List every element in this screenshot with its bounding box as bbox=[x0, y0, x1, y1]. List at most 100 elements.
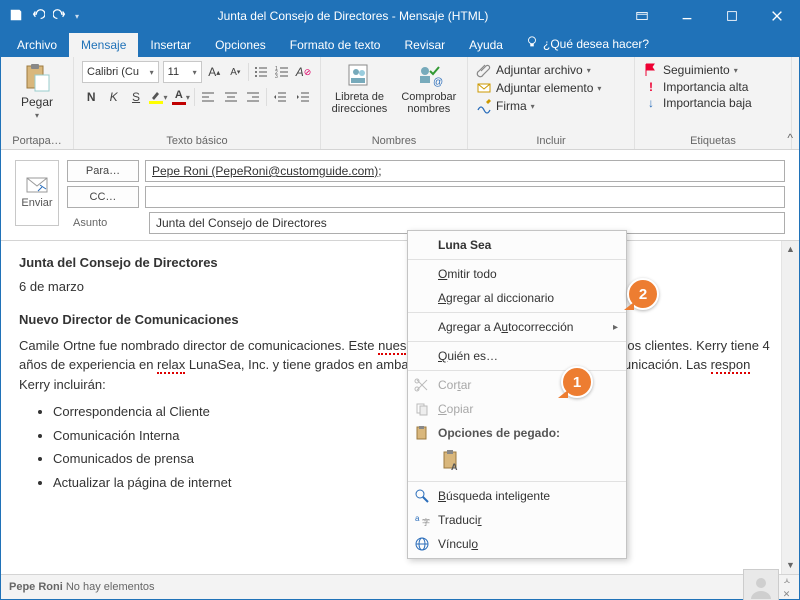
scrollbar[interactable]: ▲▼ bbox=[781, 241, 799, 574]
ribbon-tabs: Archivo Mensaje Insertar Opciones Format… bbox=[1, 31, 799, 57]
paste-keep-text-button[interactable]: A bbox=[438, 447, 466, 475]
attach-item-button[interactable]: Adjuntar elemento ▾ bbox=[476, 79, 626, 97]
ctx-link[interactable]: Vínculo bbox=[408, 532, 626, 556]
ctx-add-dictionary[interactable]: Agregar al diccionario bbox=[408, 286, 626, 310]
send-button[interactable]: Enviar bbox=[15, 160, 59, 226]
align-right-button[interactable] bbox=[244, 87, 262, 107]
body-date: 6 de marzo bbox=[19, 277, 781, 297]
to-button[interactable]: Para… bbox=[67, 160, 139, 182]
ctx-paste-options-header: Opciones de pegado: bbox=[408, 421, 626, 445]
underline-button[interactable]: S bbox=[127, 87, 145, 107]
follow-up-button[interactable]: Seguimiento ▾ bbox=[643, 61, 783, 79]
callout-2: 2 bbox=[627, 278, 659, 310]
ctx-who-is[interactable]: Quién es… bbox=[408, 344, 626, 368]
font-color-button[interactable]: A▾ bbox=[172, 87, 190, 107]
window-title: Junta del Consejo de Directores - Mensaj… bbox=[87, 9, 619, 23]
tab-opciones[interactable]: Opciones bbox=[203, 33, 278, 57]
search-icon bbox=[414, 488, 430, 504]
save-icon[interactable] bbox=[9, 8, 23, 25]
scissors-icon bbox=[414, 377, 430, 393]
check-names-button[interactable]: @ Comprobar nombres bbox=[397, 61, 460, 115]
context-menu: Luna Sea Omitir todo Agregar al dicciona… bbox=[407, 230, 627, 559]
svg-text:3: 3 bbox=[275, 74, 278, 79]
high-importance-button[interactable]: !Importancia alta bbox=[643, 79, 783, 95]
paste-button[interactable]: Pegar ▾ bbox=[9, 61, 65, 122]
undo-icon[interactable] bbox=[31, 8, 45, 25]
collapse-ribbon-icon[interactable]: ^ bbox=[787, 131, 793, 145]
grow-font-button[interactable]: A▴ bbox=[206, 62, 223, 82]
clipboard-icon bbox=[414, 425, 430, 441]
minimize-button[interactable] bbox=[664, 1, 709, 31]
group-include-label: Incluir bbox=[476, 133, 626, 147]
tab-insertar[interactable]: Insertar bbox=[138, 33, 203, 57]
ctx-cut: Cortar bbox=[408, 373, 626, 397]
outdent-button[interactable] bbox=[271, 87, 289, 107]
spell-error[interactable]: nues bbox=[378, 338, 406, 355]
ctx-suggestion[interactable]: Luna Sea bbox=[408, 233, 626, 257]
close-button[interactable] bbox=[754, 1, 799, 31]
tab-mensaje[interactable]: Mensaje bbox=[69, 33, 138, 57]
font-family-select[interactable]: Calibri (Cu▾ bbox=[82, 61, 159, 83]
ctx-smart-lookup[interactable]: Búsqueda inteligente bbox=[408, 484, 626, 508]
callout-1: 1 bbox=[561, 366, 593, 398]
qat-more-icon[interactable]: ▾ bbox=[75, 12, 79, 21]
ctx-ignore-all[interactable]: Omitir todo bbox=[408, 262, 626, 286]
message-window: ▾ Junta del Consejo de Directores - Mens… bbox=[0, 0, 800, 600]
bullets-button[interactable] bbox=[253, 62, 270, 82]
numbering-button[interactable]: 123 bbox=[274, 62, 291, 82]
align-left-button[interactable] bbox=[199, 87, 217, 107]
tell-me[interactable]: ¿Qué desea hacer? bbox=[515, 30, 659, 57]
status-name: Pepe Roni bbox=[9, 581, 63, 593]
attach-file-button[interactable]: Adjuntar archivo ▾ bbox=[476, 61, 626, 79]
to-field[interactable]: Pepe Roni (PepeRoni@customguide.com); bbox=[145, 160, 785, 182]
low-importance-button[interactable]: ↓Importancia baja bbox=[643, 95, 783, 111]
svg-text:@: @ bbox=[433, 77, 443, 88]
copy-icon bbox=[414, 401, 430, 417]
tab-archivo[interactable]: Archivo bbox=[5, 33, 69, 57]
message-body[interactable]: ▲▼ Junta del Consejo de Directores 6 de … bbox=[1, 240, 799, 574]
redo-icon[interactable] bbox=[53, 8, 67, 25]
cc-button[interactable]: CC… bbox=[67, 186, 139, 208]
tab-formato[interactable]: Formato de texto bbox=[278, 33, 393, 57]
cc-field[interactable] bbox=[145, 186, 785, 208]
ribbon: Pegar ▾ Portapa… Calibri (Cu▾ 11▾ A▴ A▾ … bbox=[1, 57, 799, 150]
signature-button[interactable]: Firma ▾ bbox=[476, 97, 626, 115]
shrink-font-button[interactable]: A▾ bbox=[227, 62, 244, 82]
indent-button[interactable] bbox=[294, 87, 312, 107]
highlight-button[interactable]: ▾ bbox=[149, 87, 167, 107]
group-names-label: Nombres bbox=[329, 133, 459, 147]
ctx-paste-options: A bbox=[408, 445, 626, 479]
group-tags-label: Etiquetas bbox=[643, 133, 783, 147]
body-subheading: Nuevo Director de Comunicaciones bbox=[19, 310, 781, 330]
address-book-button[interactable]: Libreta de direcciones bbox=[328, 61, 392, 115]
ctx-translate[interactable]: a字Traducir bbox=[408, 508, 626, 532]
tell-me-label: ¿Qué desea hacer? bbox=[543, 37, 649, 51]
title-bar: ▾ Junta del Consejo de Directores - Mens… bbox=[1, 1, 799, 31]
translate-icon: a字 bbox=[414, 512, 430, 528]
paste-label: Pegar bbox=[21, 95, 53, 109]
link-icon bbox=[414, 536, 430, 552]
align-center-button[interactable] bbox=[221, 87, 239, 107]
message-header: Enviar Para… Pepe Roni (PepeRoni@customg… bbox=[1, 150, 799, 240]
maximize-button[interactable] bbox=[709, 1, 754, 31]
status-text: No hay elementos bbox=[66, 581, 155, 593]
people-pane-up-icon[interactable]: ㅅ bbox=[783, 574, 791, 587]
group-text-label: Texto básico bbox=[82, 133, 312, 147]
spell-error[interactable]: respon bbox=[711, 357, 751, 374]
ribbon-display-button[interactable] bbox=[619, 1, 664, 31]
clear-format-button[interactable]: A⊘ bbox=[295, 62, 312, 82]
font-size-select[interactable]: 11▾ bbox=[163, 61, 202, 83]
subject-label: Asunto bbox=[67, 217, 143, 229]
spell-error[interactable]: relax bbox=[157, 357, 185, 374]
status-bar: Pepe Roni No hay elementos ㅅ ✕ bbox=[1, 574, 799, 599]
people-pane-close-icon[interactable]: ✕ bbox=[783, 589, 791, 600]
body-paragraph: Camile Ortne fue nombrado director de co… bbox=[19, 336, 781, 395]
svg-text:A: A bbox=[451, 462, 458, 472]
tab-revisar[interactable]: Revisar bbox=[392, 33, 457, 57]
svg-text:字: 字 bbox=[422, 517, 430, 527]
ctx-autocorrect[interactable]: Agregar a Autocorrección▸ bbox=[408, 315, 626, 339]
svg-text:a: a bbox=[415, 514, 420, 523]
italic-button[interactable]: K bbox=[104, 87, 122, 107]
tab-ayuda[interactable]: Ayuda bbox=[457, 33, 515, 57]
bold-button[interactable]: N bbox=[82, 87, 100, 107]
